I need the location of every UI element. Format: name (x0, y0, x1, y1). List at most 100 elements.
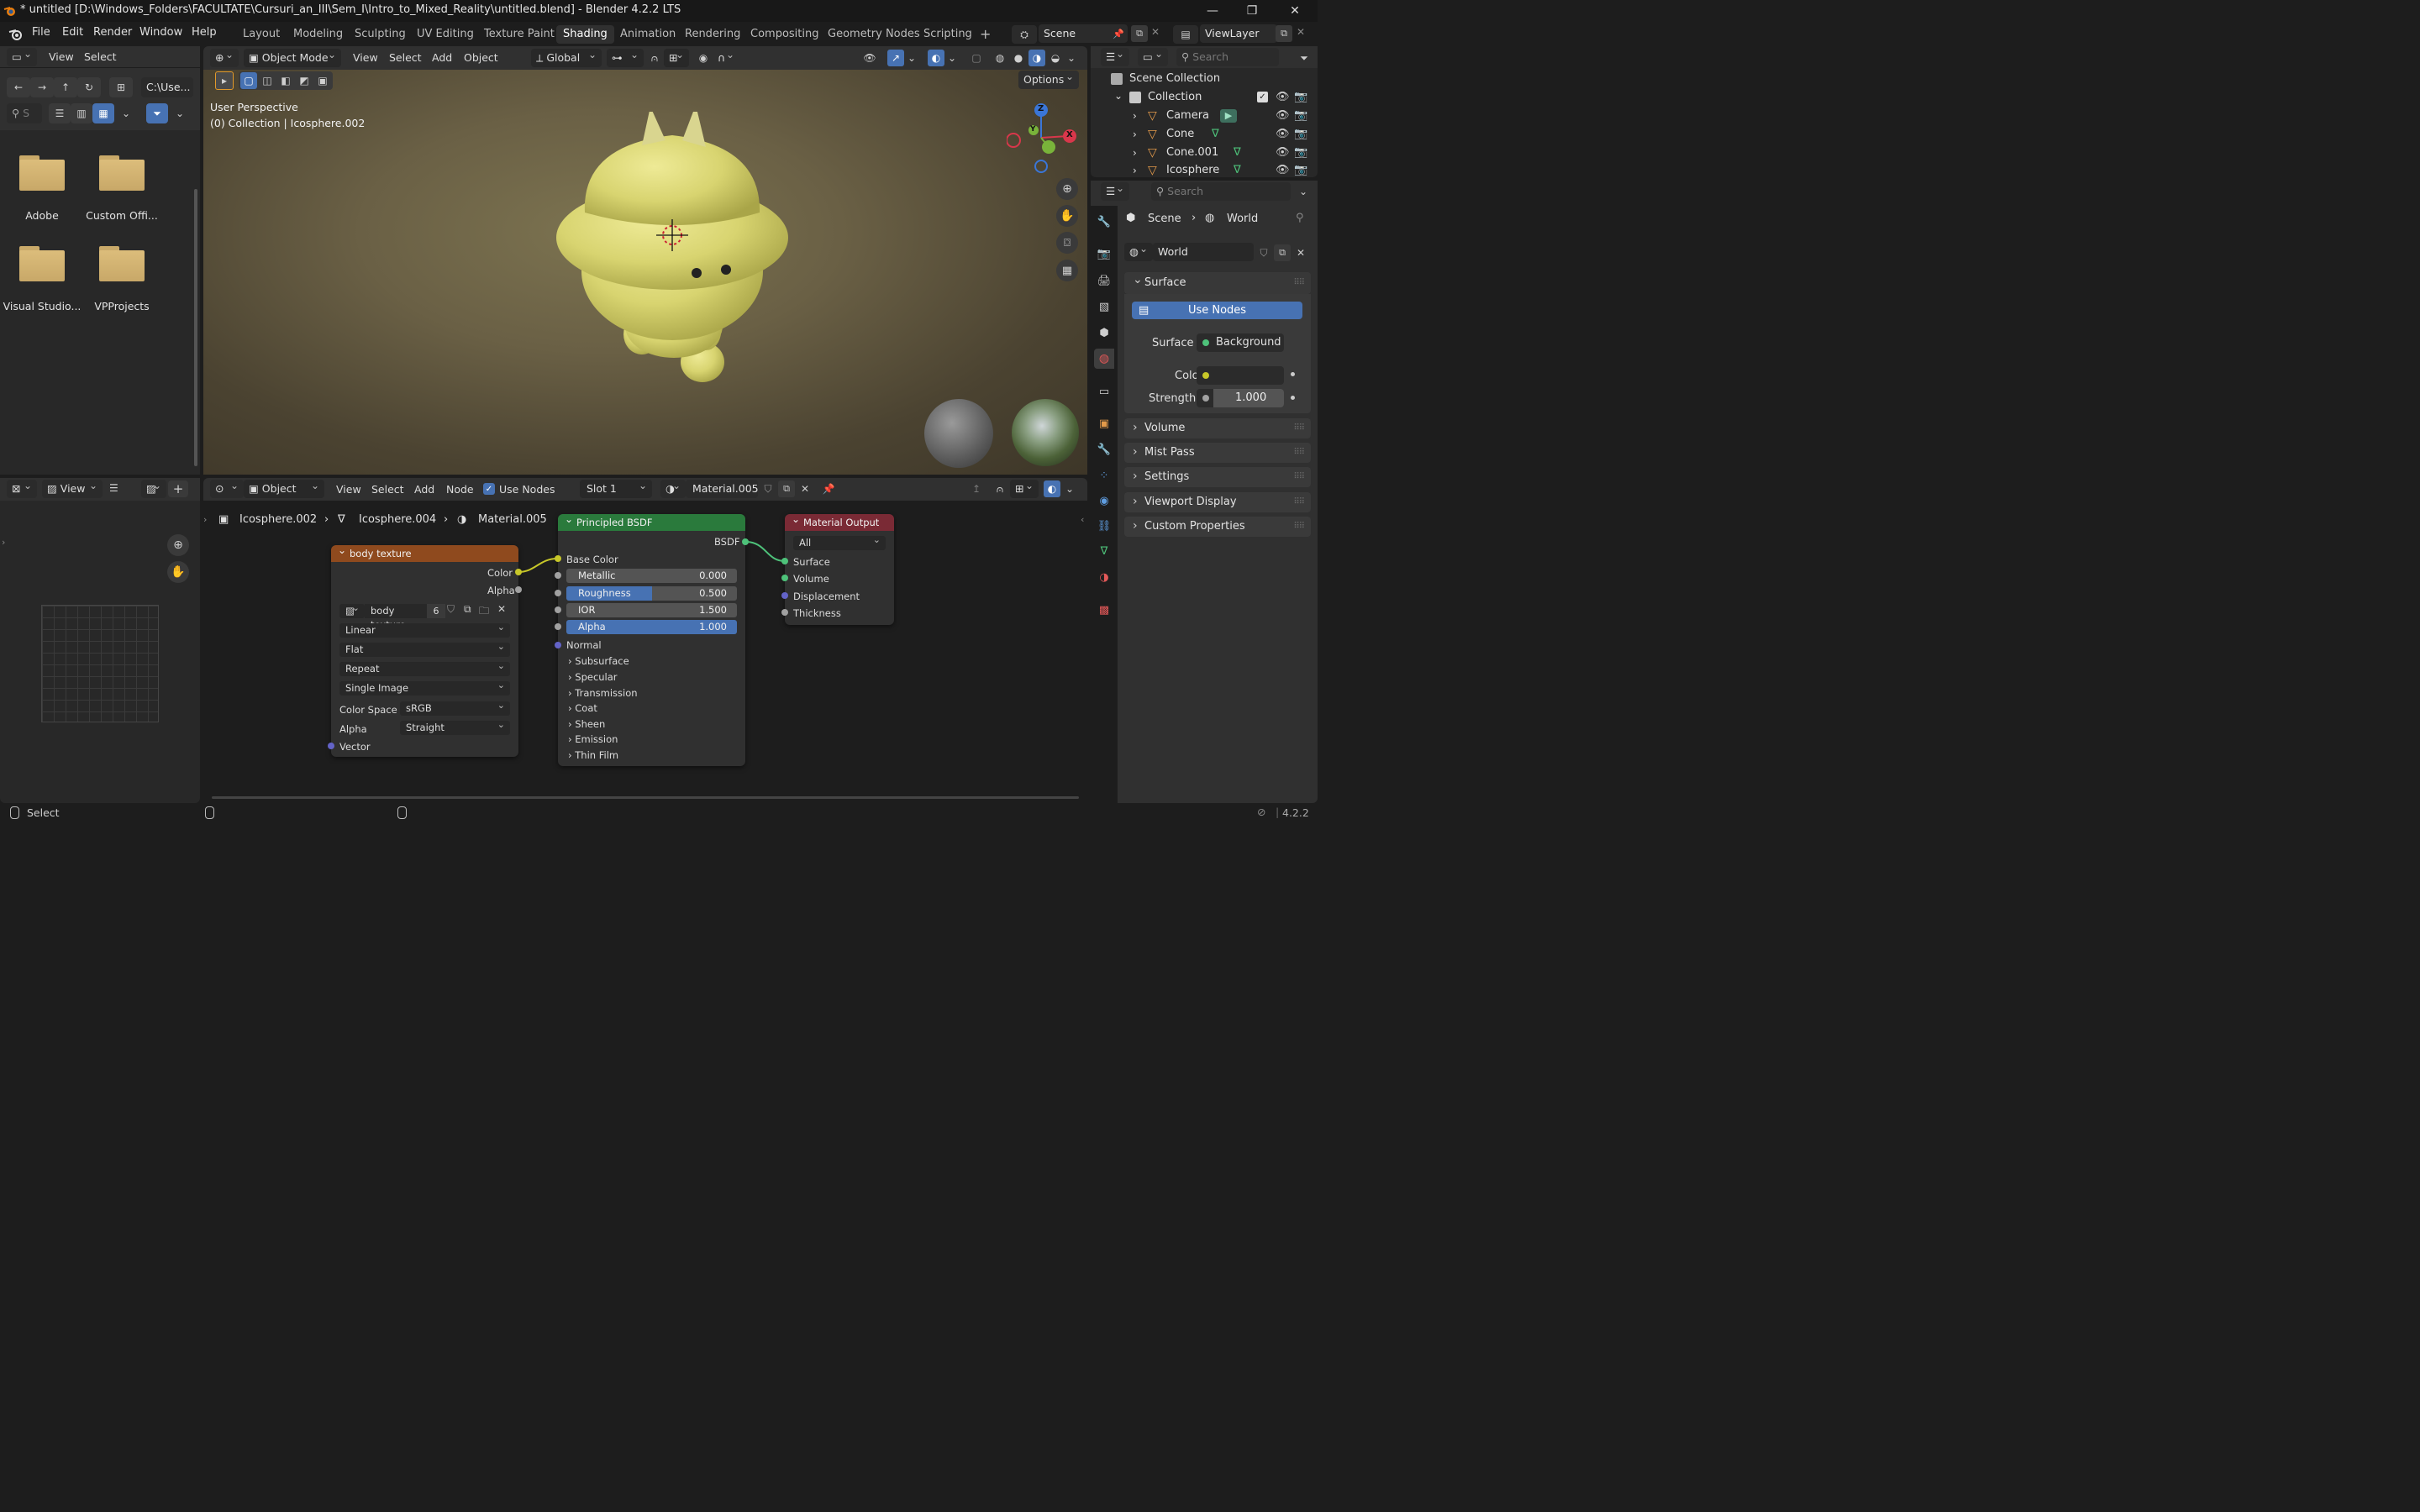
menu-add[interactable]: Add (432, 51, 452, 64)
tab-animation[interactable]: Animation (613, 25, 682, 44)
xray-toggle-icon[interactable]: ▢ (968, 50, 985, 66)
menu-view[interactable]: View (336, 483, 361, 496)
menu-window[interactable]: Window (139, 26, 182, 39)
snap-icon[interactable]: ⩀ (992, 480, 1008, 497)
tab-texture-paint[interactable]: Texture Paint (477, 25, 561, 44)
pin-icon[interactable]: 📌 (820, 480, 837, 497)
pin-icon[interactable]: ⚲ (1296, 212, 1304, 224)
select-extend-icon[interactable]: ◫ (259, 72, 276, 89)
render-tab-icon[interactable]: 📷 (1096, 245, 1113, 262)
viewport-display-section-header[interactable]: Viewport Display ⠿⠿ (1124, 491, 1311, 512)
snap-target-dropdown[interactable]: ⊞ (1010, 476, 1039, 498)
menu-select[interactable]: Select (84, 50, 117, 63)
material-slot-dropdown[interactable]: Slot 1 (580, 476, 652, 498)
roughness-input-socket[interactable] (555, 590, 561, 596)
options-chevron-icon[interactable]: ⌄ (1297, 183, 1309, 200)
object-tab-icon[interactable]: ▣ (1096, 415, 1113, 432)
expand-chevron-icon[interactable]: ⌄ (1114, 87, 1123, 105)
pan-hand-icon[interactable]: ✋ (1056, 205, 1078, 227)
render-camera-icon[interactable]: 📷 (1294, 161, 1307, 176)
editor-type-dropdown[interactable]: ▭ (7, 45, 37, 66)
node-title[interactable]: Principled BSDF (558, 514, 745, 531)
view-mode-dropdown[interactable]: ▨ View (42, 476, 103, 498)
new-image-button[interactable]: + (168, 480, 188, 497)
particles-tab-icon[interactable]: ⁘ (1096, 467, 1113, 484)
drag-grip-icon[interactable]: ⠿⠿ (1293, 272, 1305, 294)
overlays-dropdown-icon[interactable]: ⌄ (1064, 480, 1076, 497)
menu-file[interactable]: File (32, 26, 50, 39)
image-color-output-socket[interactable] (515, 569, 522, 575)
zoom-icon[interactable]: ⊕ (1056, 178, 1078, 200)
base-color-input-socket[interactable] (555, 555, 561, 562)
menu-select[interactable]: Select (389, 51, 422, 64)
gizmo-toggle-icon[interactable]: ↗ (887, 50, 904, 66)
volume-section-header[interactable]: Volume ⠿⠿ (1124, 417, 1311, 438)
3d-viewport[interactable]: ▸ ▢ ◫ ◧ ◩ ▣ Options User Perspective (0)… (203, 70, 1087, 475)
menu-render[interactable]: Render (93, 26, 132, 39)
tab-rendering[interactable]: Rendering (678, 25, 747, 44)
image-texture-node[interactable]: body texture Color Alpha ▨ body texture … (331, 545, 518, 757)
mist-pass-section-header[interactable]: Mist Pass ⠿⠿ (1124, 442, 1311, 463)
expand-chevron-icon[interactable]: › (1133, 144, 1137, 162)
outliner-row-collection[interactable]: ⌄ Collection ✓ 👁 📷 (1092, 88, 1313, 107)
navigation-gizmo[interactable]: Z X Y (1006, 102, 1079, 174)
menu-view[interactable]: View (353, 51, 378, 64)
outliner-row-cone-001[interactable]: › ▽ Cone.001 ∇ 👁 📷 (1092, 144, 1313, 162)
visibility-eye-icon[interactable]: 👁 (1276, 88, 1290, 107)
maximize-button[interactable]: ❐ (1233, 0, 1271, 22)
menu-edit[interactable]: Edit (62, 26, 83, 39)
render-camera-icon[interactable]: 📷 (1294, 107, 1307, 125)
proportional-edit-icon[interactable]: ◉ (694, 50, 713, 66)
pin-icon[interactable]: 📌 (1113, 29, 1124, 39)
transform-orientation-dropdown[interactable]: ⟂ Global (531, 45, 602, 67)
viewport-options-dropdown[interactable]: Options (1018, 70, 1079, 89)
new-world-icon[interactable]: ⧉ (1274, 244, 1291, 261)
metallic-slider[interactable]: Metallic 0.000 (566, 569, 737, 583)
visibility-eye-icon[interactable]: 👁 (1276, 161, 1290, 176)
viewlayer-browse-icon[interactable]: ▤ (1173, 25, 1198, 44)
sheen-panel-toggle[interactable]: › Sheen (568, 718, 605, 730)
alpha-input-socket[interactable] (555, 623, 561, 630)
forward-button[interactable]: → (30, 77, 54, 97)
editor-type-dropdown[interactable]: ☰ (1101, 179, 1129, 201)
metallic-input-socket[interactable] (555, 572, 561, 579)
close-window-button[interactable]: ✕ (1276, 0, 1314, 22)
collection-tab-icon[interactable]: ▭ (1096, 383, 1113, 400)
source-dropdown[interactable]: Single Image (339, 678, 510, 696)
ior-slider[interactable]: IOR 1.500 (566, 603, 737, 617)
object-mode-dropdown[interactable]: ▣ Object Mode (244, 45, 341, 67)
alpha-mode-dropdown[interactable]: Straight (400, 717, 510, 735)
drag-grip-icon[interactable]: ⠿⠿ (1293, 443, 1305, 463)
select-box-tool-icon[interactable]: ▸ (215, 71, 234, 90)
unlink-world-icon[interactable]: ✕ (1292, 244, 1309, 261)
visibility-eye-icon[interactable]: 👁 (1276, 125, 1290, 144)
new-folder-button[interactable]: ⊞ (109, 77, 133, 97)
node-editor-canvas[interactable]: › ‹ ▣ Icosphere.002 › ∇ Icosphere.004 › … (203, 501, 1087, 803)
expand-chevron-icon[interactable]: › (1133, 161, 1137, 176)
directory-path-field[interactable]: C:\Use... (141, 77, 193, 97)
horizontal-scrollbar[interactable] (212, 796, 1079, 799)
roughness-slider[interactable]: Roughness 0.500 (566, 586, 737, 601)
list-vertical-view-icon[interactable]: ☰ (49, 103, 71, 123)
coat-panel-toggle[interactable]: › Coat (568, 702, 597, 714)
falloff-dropdown[interactable]: ∩ (713, 45, 739, 67)
editor-type-dropdown[interactable]: ⊙ (210, 476, 244, 498)
list-horizontal-view-icon[interactable]: ▥ (71, 103, 92, 123)
perspective-toggle-icon[interactable]: ▦ (1056, 260, 1078, 281)
outliner-row-scene-collection[interactable]: Scene Collection (1092, 70, 1313, 88)
shader-type-dropdown[interactable]: ▣ Object (244, 476, 324, 498)
use-nodes-button[interactable]: ▤ Use Nodes (1132, 302, 1302, 319)
node-title[interactable]: body texture (331, 545, 518, 562)
volume-input-socket[interactable] (781, 575, 788, 581)
new-material-icon[interactable]: ⧉ (778, 480, 795, 497)
tab-uv-editing[interactable]: UV Editing (410, 25, 481, 44)
render-camera-icon[interactable]: 📷 (1294, 88, 1307, 107)
back-button[interactable]: ← (7, 77, 30, 97)
render-camera-icon[interactable]: 📷 (1294, 144, 1307, 162)
image-alpha-output-socket[interactable] (515, 586, 522, 593)
material-browse-dropdown[interactable]: ◑ (660, 476, 686, 498)
outliner-row-camera[interactable]: › ▽ Camera ▶ 👁 📷 (1092, 107, 1313, 125)
scrollbar[interactable] (194, 189, 197, 466)
alpha-slider[interactable]: Alpha 1.000 (566, 620, 737, 634)
render-camera-icon[interactable]: 📷 (1294, 125, 1307, 144)
